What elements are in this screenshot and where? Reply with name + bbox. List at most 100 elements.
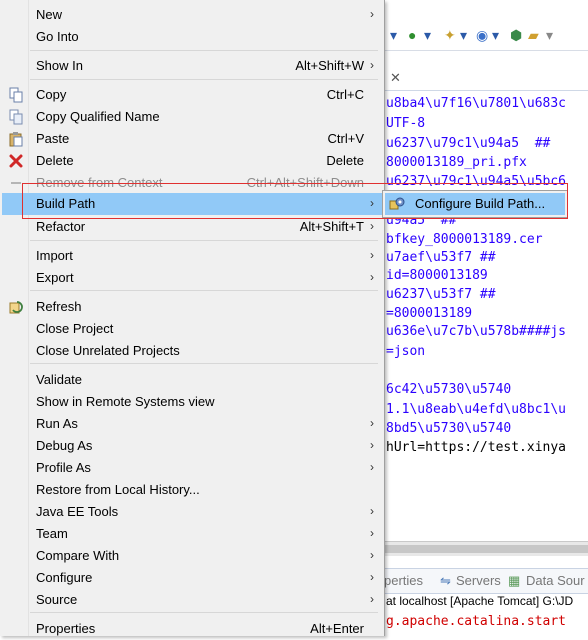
menu-item-refresh[interactable]: Refresh: [2, 296, 382, 318]
toolbar-dropdown-icon[interactable]: ▾: [546, 26, 553, 44]
code-line: =json: [386, 344, 426, 359]
menu-item-java-ee-tools[interactable]: Java EE Tools ›: [2, 501, 382, 523]
menu-item-label: Go Into: [36, 29, 79, 44]
menu-item-validate[interactable]: Validate: [2, 369, 382, 391]
menu-item-export[interactable]: Export ›: [2, 267, 382, 289]
menu-item-label: Delete: [36, 153, 74, 168]
copy-qualified-icon: [9, 109, 23, 125]
menu-item-label: Java EE Tools: [36, 504, 119, 519]
menu-item-configure[interactable]: Configure ›: [2, 567, 382, 589]
menu-item-show-in-remote-systems-view[interactable]: Show in Remote Systems view: [2, 391, 382, 413]
editor-tab[interactable]: ✕: [384, 68, 588, 91]
chevron-right-icon: ›: [370, 438, 374, 452]
code-line: UTF-8: [386, 116, 426, 131]
menu-item-import[interactable]: Import ›: [2, 245, 382, 267]
menu-item-shortcut: Ctrl+V: [327, 131, 364, 146]
tab-servers[interactable]: Servers: [456, 573, 501, 588]
code-line: u6237\u53f7 ##: [386, 287, 496, 302]
new-dropdown-icon[interactable]: ▾: [460, 26, 467, 44]
chevron-right-icon: ›: [370, 504, 374, 518]
new-class-icon[interactable]: ◉: [476, 26, 488, 44]
horizontal-scrollbar[interactable]: [384, 541, 588, 556]
chevron-right-icon: ›: [370, 7, 374, 21]
console-title: at localhost [Apache Tomcat] G:\JD: [386, 594, 574, 608]
run-menu-icon[interactable]: ▾: [424, 26, 431, 44]
new-server-icon[interactable]: ✦: [444, 26, 456, 44]
code-line: hUrl=https://test.xinya: [386, 440, 567, 455]
chevron-right-icon: ›: [370, 416, 374, 430]
chevron-right-icon: ›: [370, 592, 374, 606]
menu-item-label: Copy: [36, 87, 67, 102]
menu-item-label: Show In: [36, 58, 83, 73]
menu-item-refactor[interactable]: Refactor Alt+Shift+T ›: [2, 216, 382, 238]
menu-item-label: Export: [36, 270, 74, 285]
menu-item-label: Refactor: [36, 219, 86, 234]
run-dropdown-icon[interactable]: ▾: [390, 26, 397, 44]
chevron-right-icon: ›: [370, 548, 374, 562]
run-icon[interactable]: ●: [408, 26, 416, 44]
chevron-right-icon: ›: [370, 248, 374, 262]
menu-item-compare-with[interactable]: Compare With ›: [2, 545, 382, 567]
menu-item-source[interactable]: Source ›: [2, 589, 382, 611]
menu-item-delete[interactable]: Delete Delete: [2, 150, 382, 172]
menu-item-new[interactable]: New ›: [2, 4, 382, 26]
chevron-right-icon: ›: [370, 270, 374, 284]
menu-item-label: Paste: [36, 131, 70, 146]
menu-item-shortcut: Delete: [326, 153, 364, 168]
context-menu: New › Go Into Show In Alt+Shift+W › Copy Ctrl+C…: [0, 0, 385, 636]
menu-item-label: Restore from Local History...: [36, 482, 200, 497]
close-icon[interactable]: ✕: [390, 70, 401, 86]
menu-item-go-into[interactable]: Go Into: [2, 26, 382, 48]
menu-separator: [30, 612, 378, 613]
main-toolbar: ▾ ● ▾ ✦ ▾ ◉ ▾ ⬢ ▰ ▾: [384, 20, 588, 51]
menu-item-label: Source: [36, 592, 78, 607]
menu-item-label: Profile As: [36, 460, 91, 475]
code-line: bfkey_8000013189.cer: [386, 232, 543, 247]
menu-item-label: Import: [36, 248, 73, 263]
code-line: u7aef\u53f7 ##: [386, 250, 496, 265]
chevron-right-icon: ›: [370, 58, 374, 72]
menu-item-shortcut: Ctrl+C: [326, 87, 364, 102]
code-line: u6237\u79c1\u94a5 ##: [386, 136, 551, 151]
code-line: 6c42\u5730\u5740: [386, 382, 512, 397]
code-line: id=8000013189: [386, 268, 488, 283]
menu-item-copy-qualified-name[interactable]: Copy Qualified Name: [2, 106, 382, 128]
tab-properties[interactable]: perties: [384, 573, 423, 588]
menu-separator: [30, 79, 378, 80]
menu-item-label: Show in Remote Systems view: [36, 394, 215, 409]
scrollbar-thumb[interactable]: [384, 545, 588, 553]
refresh-icon: [9, 301, 23, 314]
menu-separator: [30, 240, 378, 241]
menu-item-paste[interactable]: Paste Ctrl+V: [2, 128, 382, 150]
menu-item-shortcut: Alt+Shift+W: [295, 58, 364, 73]
menu-separator: [30, 290, 378, 291]
menu-item-team[interactable]: Team ›: [2, 523, 382, 545]
console-output: g.apache.catalina.start: [386, 614, 567, 629]
menu-item-label: Close Unrelated Projects: [36, 343, 180, 358]
menu-item-close-unrelated-projects[interactable]: Close Unrelated Projects: [2, 340, 382, 362]
menu-separator: [30, 50, 378, 51]
menu-item-copy[interactable]: Copy Ctrl+C: [2, 84, 382, 106]
open-type-icon[interactable]: ⬢: [510, 26, 522, 44]
menu-item-show-in[interactable]: Show In Alt+Shift+W ›: [2, 55, 382, 77]
menu-item-label: Refresh: [36, 299, 82, 314]
code-line: 1.1\u8eab\u4efd\u8bc1\u: [386, 402, 567, 417]
new-class-dropdown-icon[interactable]: ▾: [492, 26, 499, 44]
code-line: 8000013189_pri.pfx: [386, 155, 527, 170]
code-editor[interactable]: u8ba4\u7f16\u7801\u683c UTF-8 u6237\u79c1\…: [386, 92, 588, 542]
annotation-highlight-box: [22, 183, 568, 219]
menu-item-properties[interactable]: Properties Alt+Enter: [2, 618, 382, 640]
copy-icon: [9, 87, 23, 103]
tab-data-source[interactable]: Data Sour: [526, 573, 585, 588]
chevron-right-icon: ›: [370, 570, 374, 584]
menu-item-run-as[interactable]: Run As ›: [2, 413, 382, 435]
menu-item-debug-as[interactable]: Debug As ›: [2, 435, 382, 457]
menu-item-profile-as[interactable]: Profile As ›: [2, 457, 382, 479]
menu-item-label: Properties: [36, 621, 96, 636]
menu-item-label: Configure: [36, 570, 93, 585]
chevron-right-icon: ›: [370, 526, 374, 540]
open-folder-icon[interactable]: ▰: [528, 26, 539, 44]
menu-item-restore-from-local-history[interactable]: Restore from Local History...: [2, 479, 382, 501]
menu-item-close-project[interactable]: Close Project: [2, 318, 382, 340]
code-line: u8ba4\u7f16\u7801\u683c: [386, 96, 567, 111]
